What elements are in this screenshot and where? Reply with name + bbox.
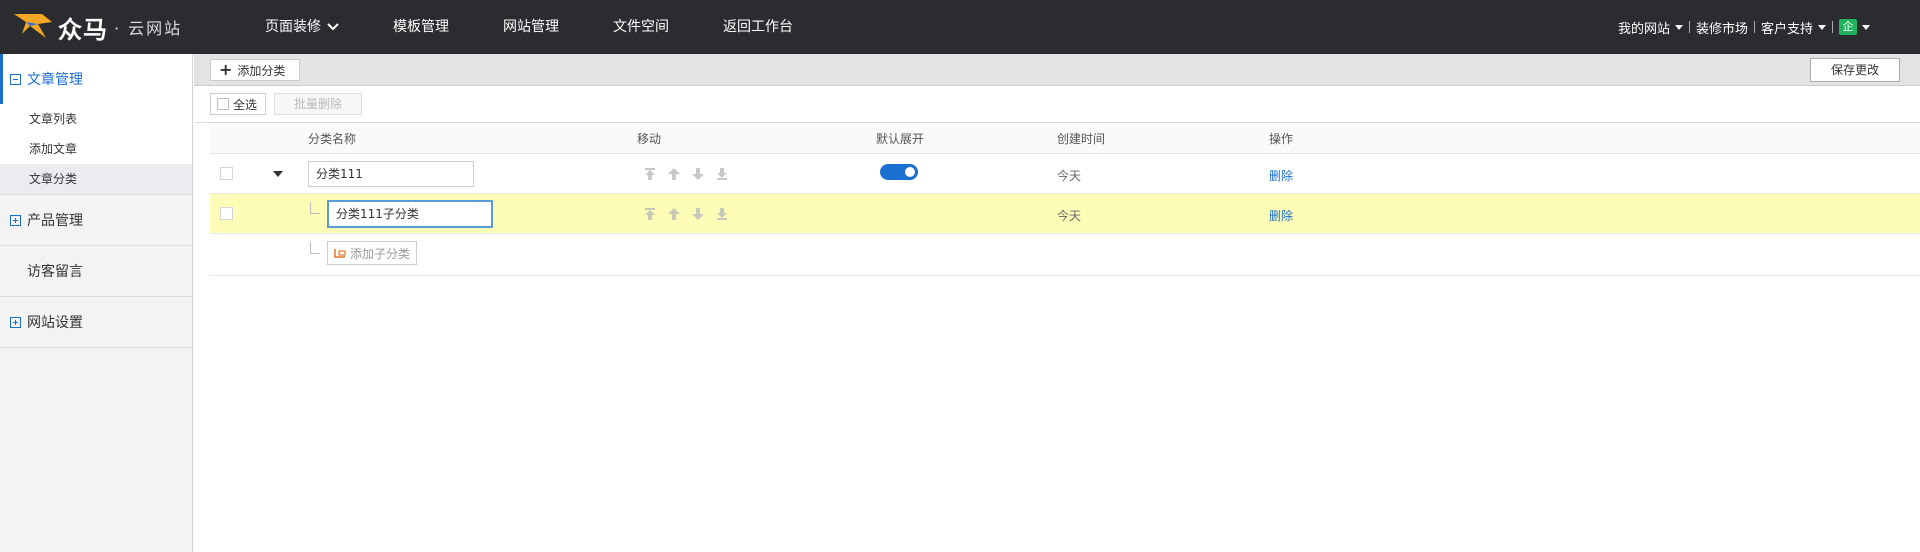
created-time: 今天: [1057, 209, 1082, 223]
default-expand-toggle[interactable]: [880, 164, 918, 180]
decoration-market-link[interactable]: 装修市场: [1696, 18, 1748, 37]
select-all-label: 全选: [233, 97, 258, 112]
expand-caret-icon[interactable]: [273, 171, 283, 177]
table-row: 分类111 今天 删除: [210, 154, 1920, 194]
sidebar-item-label: 文章管理: [27, 72, 83, 88]
divider: [1753, 21, 1755, 33]
nav-label: 返回工作台: [723, 19, 793, 35]
expand-icon: [10, 316, 21, 328]
sidebar: 文章管理 文章列表 添加文章 文章分类 产品管理 访客留言 网站设置: [0, 54, 193, 552]
nav-template-manage[interactable]: 模板管理: [393, 0, 449, 54]
tree-branch-line: [310, 202, 320, 214]
nav-label: 模板管理: [393, 19, 449, 35]
select-all-checkbox[interactable]: [217, 98, 229, 110]
delete-link[interactable]: 删除: [1269, 207, 1293, 224]
move-bottom-icon[interactable]: [716, 168, 728, 180]
sidebar-group-messages: 访客留言: [0, 246, 192, 297]
support-dropdown[interactable]: 客户支持: [1761, 18, 1826, 37]
nav-label: 页面装修: [265, 19, 321, 35]
col-header-ops: 操作: [1269, 132, 1294, 146]
nav-site-manage[interactable]: 网站管理: [503, 0, 559, 54]
nav-file-space[interactable]: 文件空间: [613, 0, 669, 54]
sidebar-item-add-article[interactable]: 添加文章: [0, 134, 192, 164]
caret-down-icon: [1862, 24, 1870, 30]
my-site-label: 我的网站: [1617, 21, 1670, 37]
tree-branch-line: [310, 242, 320, 254]
sidebar-item-visitor-messages[interactable]: 访客留言: [0, 246, 192, 296]
my-site-dropdown[interactable]: 我的网站: [1618, 18, 1683, 37]
subcategory-name-input[interactable]: 分类111子分类: [327, 200, 493, 228]
add-subcategory-row: 添加子分类: [210, 234, 1920, 276]
sidebar-item-label: 产品管理: [27, 213, 83, 229]
caret-down-icon: [1818, 24, 1826, 30]
table-row: 分类111子分类 今天 删除: [210, 194, 1920, 234]
table-header: 分类名称 移动 默认展开 创建时间 操作: [210, 124, 1920, 154]
market-label: 装修市场: [1695, 21, 1748, 37]
sidebar-item-label: 访客留言: [27, 264, 83, 280]
col-header-default-expand: 默认展开: [876, 132, 925, 146]
nav-back-workbench[interactable]: 返回工作台: [723, 0, 793, 54]
main-nav: 页面装修 模板管理 网站管理 文件空间 返回工作台: [265, 0, 847, 54]
delete-link[interactable]: 删除: [1269, 167, 1293, 184]
enterprise-badge: 企: [1839, 19, 1857, 35]
logo-text: 众马: [58, 15, 108, 44]
sidebar-group-settings: 网站设置: [0, 297, 192, 348]
move-controls: [644, 208, 728, 220]
sidebar-item-label: 网站设置: [27, 315, 83, 331]
move-top-icon[interactable]: [644, 168, 656, 180]
expand-icon: [10, 214, 21, 226]
move-down-icon[interactable]: [692, 208, 704, 220]
nav-page-decoration[interactable]: 页面装修: [265, 0, 339, 54]
move-down-icon[interactable]: [692, 168, 704, 180]
move-bottom-icon[interactable]: [716, 208, 728, 220]
brand-logo[interactable]: 众马 · 云网站: [12, 10, 182, 44]
collapse-icon: [10, 73, 21, 85]
add-category-label: 添加分类: [237, 63, 286, 78]
divider: [1832, 21, 1833, 33]
add-subcategory-button[interactable]: 添加子分类: [327, 241, 418, 265]
header-right-links: 我的网站 装修市场 客户支持 企: [1618, 0, 1870, 54]
nav-label: 文件空间: [613, 19, 669, 35]
save-changes-button[interactable]: 保存更改: [1810, 58, 1900, 82]
move-up-icon[interactable]: [668, 168, 680, 180]
add-subcategory-icon: [334, 249, 346, 258]
move-controls: [644, 168, 728, 180]
batch-delete-button[interactable]: 批量删除: [274, 93, 362, 115]
move-top-icon[interactable]: [644, 208, 656, 220]
chevron-down-icon: [327, 23, 339, 31]
col-header-name: 分类名称: [308, 132, 357, 146]
add-subcategory-label: 添加子分类: [350, 246, 411, 261]
category-name-input[interactable]: 分类111: [308, 161, 474, 187]
sidebar-group-articles: 文章管理 文章列表 添加文章 文章分类: [0, 54, 192, 195]
account-dropdown[interactable]: 企: [1839, 19, 1870, 35]
col-header-created: 创建时间: [1057, 132, 1106, 146]
sidebar-submenu: 文章列表 添加文章 文章分类: [0, 104, 192, 194]
move-up-icon[interactable]: [668, 208, 680, 220]
plus-icon: +: [219, 60, 233, 79]
divider: [1688, 21, 1690, 33]
horse-logo-icon: [12, 10, 56, 44]
created-time: 今天: [1057, 169, 1082, 183]
sidebar-item-article-manage[interactable]: 文章管理: [0, 54, 192, 104]
row-checkbox[interactable]: [220, 167, 233, 180]
col-header-move: 移动: [637, 132, 662, 146]
sidebar-item-article-category[interactable]: 文章分类: [0, 164, 192, 194]
select-all-button[interactable]: 全选: [210, 93, 266, 115]
main-toolbar: + 添加分类 保存更改: [194, 54, 1920, 86]
row-checkbox[interactable]: [220, 207, 233, 220]
caret-down-icon: [1674, 24, 1683, 30]
category-table: 分类名称 移动 默认展开 创建时间 操作 分类111 今天 删除 分类111子分…: [210, 124, 1920, 276]
nav-label: 网站管理: [503, 19, 559, 35]
logo-subtitle: · 云网站: [114, 19, 183, 38]
add-category-button[interactable]: + 添加分类: [210, 59, 300, 81]
sidebar-group-products: 产品管理: [0, 195, 192, 246]
sidebar-item-article-list[interactable]: 文章列表: [0, 104, 192, 134]
support-label: 客户支持: [1760, 21, 1813, 37]
sidebar-item-site-settings[interactable]: 网站设置: [0, 297, 192, 347]
bulk-actions-bar: 全选 批量删除: [194, 87, 1920, 123]
top-navbar: 众马 · 云网站 页面装修 模板管理 网站管理 文件空间 返回工作台 我的网站 …: [0, 0, 1920, 54]
sidebar-item-product-manage[interactable]: 产品管理: [0, 195, 192, 245]
